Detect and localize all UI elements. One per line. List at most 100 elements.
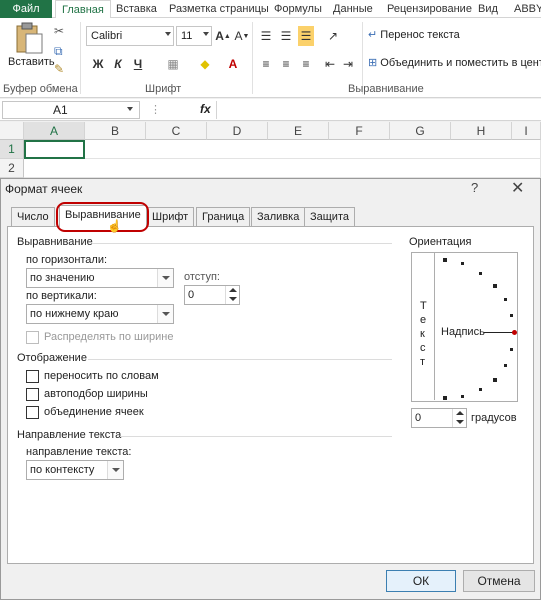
increase-indent-icon[interactable]: ⇥ [340, 54, 356, 74]
tab-file[interactable]: Файл [0, 0, 52, 18]
distributed-label: Распределять по ширине [44, 331, 174, 343]
column-header[interactable]: B [85, 122, 146, 140]
font-size-select[interactable]: 11 [176, 26, 212, 46]
underline-button[interactable]: Ч [130, 54, 146, 74]
distributed-checkbox[interactable] [26, 331, 39, 344]
indent-stepper[interactable]: 0 [184, 285, 240, 305]
tab-insert[interactable]: Вставка [110, 0, 163, 18]
borders-icon[interactable]: ▦ [164, 54, 182, 74]
italic-button[interactable]: К [110, 54, 126, 74]
row-1-cells[interactable] [85, 140, 541, 159]
wrap-words-checkbox[interactable] [26, 370, 39, 383]
close-icon[interactable]: ✕ [511, 178, 524, 198]
tab-number[interactable]: Число [11, 207, 55, 227]
align-center-icon[interactable]: ≡ [278, 54, 294, 74]
row-header[interactable]: 1 [0, 140, 24, 159]
copy-icon[interactable]: ⧉ [54, 44, 63, 59]
decrease-indent-icon[interactable]: ⇤ [322, 54, 338, 74]
orientation-icon[interactable]: ↗ [324, 26, 342, 46]
name-box-value: A1 [53, 103, 68, 117]
tab-font[interactable]: Шрифт [146, 207, 195, 227]
align-right-icon[interactable]: ≡ [298, 54, 314, 74]
ok-button[interactable]: ОК [386, 570, 456, 592]
formula-cancel-icon[interactable]: ⋮ [150, 103, 161, 116]
align-middle-icon[interactable]: ☰ [278, 26, 294, 46]
tab-view[interactable]: Вид [472, 0, 504, 18]
font-color-icon[interactable]: A [224, 54, 242, 74]
font-name-select[interactable]: Calibri [86, 26, 174, 46]
degrees-label: градусов [471, 412, 517, 424]
column-header[interactable]: G [390, 122, 451, 140]
row-2-cells[interactable] [24, 159, 541, 178]
vertical-select[interactable]: по нижнему краю [26, 304, 174, 324]
chevron-down-icon [157, 305, 173, 323]
arrow-down-icon [229, 297, 237, 301]
formula-input[interactable] [216, 101, 538, 119]
select-all-corner[interactable] [0, 122, 24, 140]
row-header[interactable]: 2 [0, 159, 24, 178]
dial-marker [504, 364, 507, 367]
chevron-down-icon [127, 107, 133, 111]
merge-cells-label: объединение ячеек [44, 406, 144, 418]
tab-border[interactable]: Граница [196, 207, 251, 227]
align-left-icon[interactable]: ≡ [258, 54, 274, 74]
bold-button[interactable]: Ж [90, 54, 106, 74]
column-header[interactable]: C [146, 122, 207, 140]
orientation-handle[interactable] [512, 330, 517, 335]
grow-font-icon[interactable]: A ▲ [215, 26, 231, 46]
column-header[interactable]: D [207, 122, 268, 140]
group-separator [80, 22, 81, 94]
degrees-stepper[interactable]: 0 [411, 408, 467, 428]
merge-center-button[interactable]: ⊞ Объединить и поместить в центре [368, 56, 541, 72]
wrap-text-button[interactable]: ↵ Перенос текста [368, 28, 460, 44]
shrink-font-icon[interactable]: A ▼ [234, 26, 250, 46]
ribbon: Вставить ✂ ⧉ ✎ Буфер обмена Calibri 11 A… [0, 18, 541, 98]
merge-cells-checkbox[interactable] [26, 406, 39, 419]
tab-page-layout[interactable]: Разметка страницы [163, 0, 275, 18]
wrap-words-label: переносить по словам [44, 370, 159, 382]
horizontal-select[interactable]: по значению [26, 268, 174, 288]
tab-formulas[interactable]: Формулы [268, 0, 328, 18]
tab-highlight-annotation [56, 202, 149, 232]
tab-fill[interactable]: Заливка [251, 207, 306, 227]
column-header[interactable]: H [451, 122, 512, 140]
indent-label: отступ: [184, 271, 220, 283]
spin-buttons[interactable] [452, 409, 466, 427]
name-box[interactable]: A1 [2, 101, 140, 119]
shrink-fit-checkbox[interactable] [26, 388, 39, 401]
cell-a1[interactable] [24, 140, 85, 159]
fx-icon[interactable]: fx [200, 102, 211, 116]
paste-label: Вставить [8, 56, 55, 68]
orientation-widget[interactable]: Т е к с т Надпись [411, 252, 518, 402]
shrink-fit-label: автоподбор ширины [44, 388, 148, 400]
format-cells-dialog: Формат ячеек ? ✕ Число Выравнивание Шриф… [0, 178, 541, 600]
align-bottom-icon[interactable]: ☰ [298, 26, 314, 46]
tab-data[interactable]: Данные [327, 0, 379, 18]
tab-review[interactable]: Рецензирование [381, 0, 478, 18]
column-header[interactable]: A [24, 122, 85, 140]
align-top-icon[interactable]: ☰ [258, 26, 274, 46]
vertical-text-button[interactable]: Т е к с т [413, 252, 435, 400]
dial-marker [461, 262, 464, 265]
font-group-label: Шрифт [145, 83, 182, 95]
help-icon[interactable]: ? [471, 180, 478, 195]
tab-home[interactable]: Главная [55, 0, 111, 19]
dial-marker [493, 378, 497, 382]
tab-abbyy[interactable]: ABBYY [508, 0, 541, 18]
paste-button[interactable]: Вставить [8, 20, 55, 78]
cancel-button[interactable]: Отмена [463, 570, 535, 592]
indent-value: 0 [188, 289, 195, 301]
direction-select[interactable]: по контексту [26, 460, 124, 480]
spin-buttons[interactable] [225, 286, 239, 304]
column-header[interactable]: I [512, 122, 541, 140]
column-header[interactable]: F [329, 122, 390, 140]
vertical-value: по нижнему краю [30, 308, 119, 320]
dial-marker [443, 258, 447, 262]
tab-protection[interactable]: Защита [304, 207, 355, 227]
dial-marker [510, 348, 513, 351]
merge-icon: ⊞ [368, 57, 378, 69]
fill-color-icon[interactable]: ◆ [196, 54, 214, 74]
cut-icon[interactable]: ✂ [54, 24, 64, 38]
column-header[interactable]: E [268, 122, 329, 140]
format-painter-icon[interactable]: ✎ [54, 62, 64, 76]
